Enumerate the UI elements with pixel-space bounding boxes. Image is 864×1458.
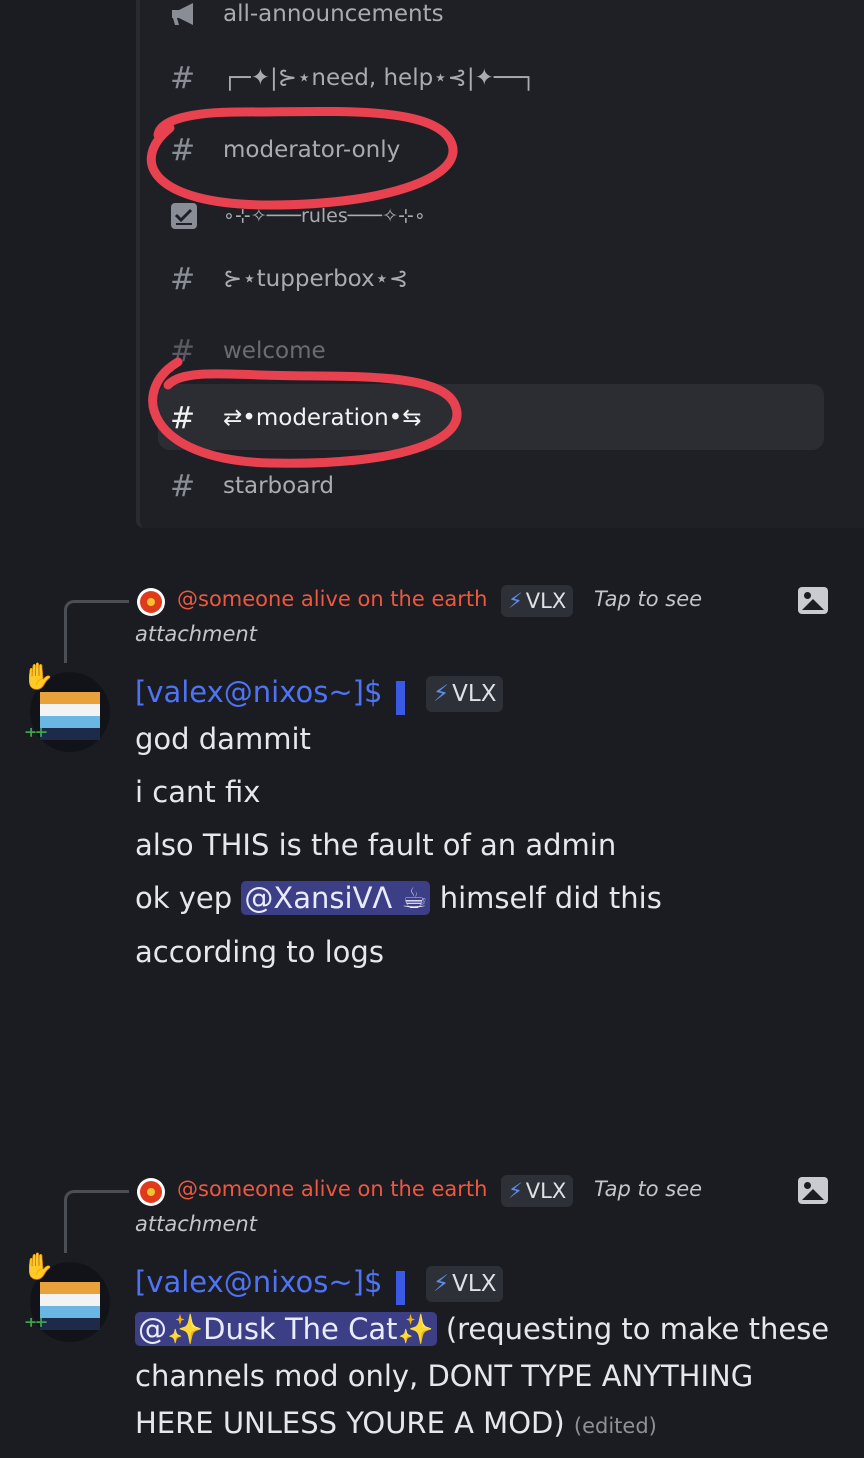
author-decoration <box>396 1271 405 1305</box>
reply-connector <box>64 1190 129 1253</box>
reply-author[interactable]: @someone alive on the earth <box>177 1177 487 1201</box>
message-line: i cant fix <box>135 775 261 809</box>
hash-icon: # <box>170 400 196 436</box>
grass-icon: ⺿ <box>24 1316 48 1344</box>
reply-preview-text-cont[interactable]: attachment <box>135 1212 257 1236</box>
message-line: god dammit <box>135 722 311 756</box>
image-icon[interactable] <box>798 1177 828 1204</box>
image-icon[interactable] <box>798 587 828 614</box>
checklist-icon <box>170 202 208 230</box>
reply-connector <box>64 600 129 663</box>
channel-tupperbox[interactable]: # ⊱⋆tupperbox⋆⊰ <box>170 259 408 299</box>
hash-icon: # <box>170 468 196 504</box>
message-line: channels mod only, DONT TYPE ANYTHING <box>135 1359 754 1393</box>
lightning-icon: ⚡ <box>508 589 523 613</box>
channel-welcome[interactable]: # welcome <box>170 331 326 371</box>
author-tag: ⚡ VLX <box>426 676 504 712</box>
reply-author-tag: ⚡ VLX <box>501 1175 574 1207</box>
channel-moderation[interactable]: # ⇄•moderation•⇆ <box>170 398 422 438</box>
reply-preview-text[interactable]: Tap to see <box>594 587 702 611</box>
message-line: HERE UNLESS YOURE A MOD) (edited) <box>135 1406 657 1440</box>
author-tag: ⚡ VLX <box>426 1266 504 1302</box>
reply-preview-text-cont[interactable]: attachment <box>135 622 257 646</box>
reply-author-tag: ⚡ VLX <box>501 585 574 617</box>
hash-icon: # <box>170 132 196 168</box>
channel-need-help[interactable]: # ┌─✦|⊱⋆need, help⋆⊰|✦──┐ <box>170 58 535 98</box>
hand-icon: ✋ <box>22 662 55 692</box>
megaphone-icon <box>170 1 208 27</box>
lightning-icon: ⚡ <box>433 681 450 707</box>
message-line: @✨Dusk The Cat✨ (requesting to make thes… <box>135 1312 829 1347</box>
avatar[interactable]: ✋ ⺿ <box>22 662 110 754</box>
channel-rules[interactable]: ∘⊹✧───rules───✧⊹∘ <box>170 196 426 236</box>
user-mention[interactable]: @✨Dusk The Cat✨ <box>135 1312 437 1346</box>
message-author[interactable]: [valex@nixos~]$ <box>135 1265 382 1299</box>
reply-preview-text[interactable]: Tap to see <box>594 1177 702 1201</box>
message-line: ok yep @XansiVΛ ☕ himself did this <box>135 881 662 915</box>
reply-author[interactable]: @someone alive on the earth <box>177 587 487 611</box>
message-line: according to logs <box>135 935 384 969</box>
edited-marker: (edited) <box>573 1414 657 1438</box>
message-author[interactable]: [valex@nixos~]$ <box>135 675 382 709</box>
channel-all-announcements[interactable]: all-announcements <box>170 0 444 34</box>
author-decoration <box>396 681 405 715</box>
lightning-icon: ⚡ <box>433 1271 450 1297</box>
hand-icon: ✋ <box>22 1252 55 1282</box>
avatar[interactable]: ✋ ⺿ <box>22 1252 110 1344</box>
grass-icon: ⺿ <box>24 726 48 754</box>
hash-icon: # <box>170 60 196 96</box>
user-mention[interactable]: @XansiVΛ ☕ <box>241 881 431 915</box>
lightning-icon: ⚡ <box>508 1179 523 1203</box>
reply-avatar[interactable] <box>137 1178 165 1206</box>
message-line: also THIS is the fault of an admin <box>135 828 617 862</box>
channel-moderator-only[interactable]: # moderator-only <box>170 130 400 170</box>
hash-icon: # <box>170 333 196 369</box>
reply-avatar[interactable] <box>137 588 165 616</box>
channel-starboard[interactable]: # starboard <box>170 466 334 506</box>
hash-icon: # <box>170 261 196 297</box>
